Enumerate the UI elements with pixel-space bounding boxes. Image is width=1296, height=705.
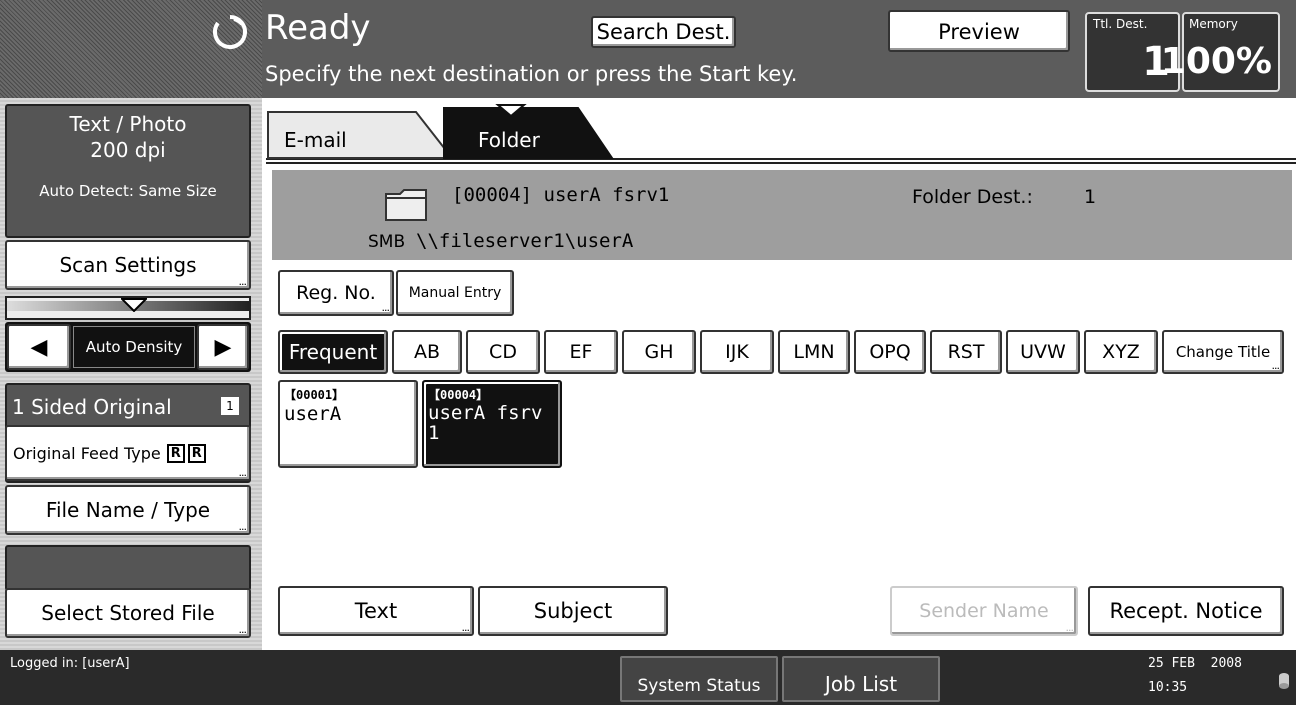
index-gh-label: GH: [644, 341, 674, 363]
auto-density-label: Auto Density: [85, 338, 183, 356]
change-title-button[interactable]: Change Title...: [1162, 330, 1284, 374]
density-darker-button[interactable]: ▶: [197, 324, 249, 370]
index-ijk[interactable]: IJK: [700, 330, 774, 374]
blank-panel: [5, 545, 251, 591]
size-mode: Auto Detect: Same Size: [39, 182, 217, 200]
destination-key-id: 【00001】: [284, 388, 345, 402]
system-status-label: System Status: [637, 676, 761, 696]
index-xyz[interactable]: XYZ: [1084, 330, 1158, 374]
date-text: 25 FEB 2008: [1148, 656, 1242, 671]
index-lmn[interactable]: LMN: [778, 330, 850, 374]
status-text: Ready: [265, 8, 371, 48]
index-cd-label: CD: [489, 341, 517, 363]
system-status-button[interactable]: System Status: [620, 656, 778, 702]
feed-orientation-alt-icon: R: [187, 443, 206, 463]
subject-button[interactable]: Subject: [478, 586, 668, 636]
dest-path: \\fileserver1\userA: [416, 230, 634, 252]
manual-entry-label: Manual Entry: [408, 285, 502, 301]
feed-orientation-icon: R: [166, 443, 185, 463]
search-dest-label: Search Dest.: [596, 20, 731, 44]
destination-key-name: userA: [284, 403, 342, 425]
recept-notice-button[interactable]: Recept. Notice: [1088, 586, 1284, 636]
index-rst[interactable]: RST: [930, 330, 1002, 374]
tab-email[interactable]: E-mail: [284, 128, 394, 152]
index-opq-label: OPQ: [869, 341, 911, 363]
ready-icon: [213, 15, 247, 49]
preview-label: Preview: [938, 20, 1020, 44]
index-gh[interactable]: GH: [622, 330, 696, 374]
scan-mode: Text / Photo: [69, 112, 187, 136]
destination-key-name: userA fsrv: [428, 402, 543, 424]
logged-in-text: Logged in: [userA]: [10, 656, 130, 671]
index-ab[interactable]: AB: [392, 330, 462, 374]
original-feed-type-button[interactable]: Original Feed Type R R...: [5, 425, 251, 481]
job-list-button[interactable]: Job List: [782, 656, 940, 702]
ttl-dest-label: Ttl. Dest.: [1093, 17, 1148, 31]
scan-settings-button[interactable]: Scan Settings...: [5, 240, 251, 290]
file-name-label: File Name / Type: [45, 498, 211, 522]
index-ef-label: EF: [569, 341, 593, 363]
folder-icon: [385, 189, 427, 221]
time-text: 10:35: [1148, 680, 1188, 695]
right-arrow-icon: ▶: [214, 334, 232, 360]
sender-name-label: Sender Name: [919, 600, 1049, 622]
left-arrow-icon: ◀: [30, 334, 48, 360]
memory-value: 100%: [1160, 41, 1272, 82]
tab-folder-label: Folder: [478, 128, 540, 152]
text-button-label: Text: [354, 599, 398, 623]
search-dest-button[interactable]: Search Dest.: [591, 16, 736, 48]
memory-indicator: Memory 100%: [1161, 12, 1280, 92]
preview-button[interactable]: Preview: [888, 10, 1070, 52]
destination-key[interactable]: 【00001】 userA: [278, 380, 418, 468]
index-ab-label: AB: [413, 341, 441, 363]
index-ef[interactable]: EF: [544, 330, 618, 374]
folder-dest-count-value: 1: [1084, 186, 1097, 208]
tab-folder[interactable]: Folder: [478, 128, 578, 152]
density-control: ◀ Auto Density ▶: [5, 322, 251, 372]
status-message: Specify the next destination or press th…: [265, 62, 798, 86]
manual-entry-button[interactable]: Manual Entry: [396, 270, 514, 316]
job-list-label: Job List: [824, 672, 898, 696]
destination-key-selected[interactable]: 【00004】 userA fsrv 1: [422, 380, 562, 468]
index-rst-label: RST: [947, 341, 985, 363]
feed-type-label: Original Feed Type: [13, 443, 161, 463]
reg-no-label: Reg. No.: [296, 282, 376, 304]
memory-label: Memory: [1189, 17, 1238, 31]
index-uvw-label: UVW: [1020, 341, 1066, 363]
text-button[interactable]: Text...: [278, 586, 474, 636]
density-scale: [5, 296, 251, 320]
file-name-type-button[interactable]: File Name / Type...: [5, 485, 251, 535]
scan-settings-label: Scan Settings: [59, 253, 197, 277]
dest-protocol: SMB: [368, 232, 406, 252]
density-marker-icon: [121, 298, 147, 312]
index-opq[interactable]: OPQ: [854, 330, 926, 374]
select-stored-file-button[interactable]: Select Stored File...: [5, 588, 251, 638]
folder-dest-count-label: Folder Dest.:: [912, 186, 1033, 208]
one-sided-icon: 1: [221, 397, 239, 415]
index-ijk-label: IJK: [725, 341, 749, 363]
sender-name-button[interactable]: Sender Name...: [890, 586, 1078, 636]
index-uvw[interactable]: UVW: [1006, 330, 1080, 374]
original-label: 1 Sided Original: [12, 395, 172, 419]
index-frequent-label: Frequent: [288, 340, 378, 364]
index-lmn-label: LMN: [793, 341, 835, 363]
subject-button-label: Subject: [533, 599, 613, 623]
index-cd[interactable]: CD: [466, 330, 540, 374]
index-xyz-label: XYZ: [1102, 341, 1140, 363]
index-frequent[interactable]: Frequent: [278, 330, 388, 374]
density-lighter-button[interactable]: ◀: [7, 324, 71, 370]
tab-email-label: E-mail: [284, 128, 347, 152]
destination-key-count: 1: [428, 422, 440, 444]
auto-density-button[interactable]: Auto Density: [73, 326, 195, 368]
select-stored-label: Select Stored File: [41, 601, 215, 625]
reg-no-button[interactable]: Reg. No....: [278, 270, 394, 316]
recept-notice-label: Recept. Notice: [1109, 599, 1263, 623]
storage-icon: [1279, 673, 1289, 689]
resolution: 200 dpi: [90, 138, 166, 162]
scan-settings-panel: Text / Photo 200 dpi Auto Detect: Same S…: [5, 104, 251, 238]
dest-title: [00004] userA fsrv1: [452, 184, 670, 206]
change-title-label: Change Title: [1175, 343, 1271, 361]
destination-key-id: 【00004】: [428, 388, 489, 402]
